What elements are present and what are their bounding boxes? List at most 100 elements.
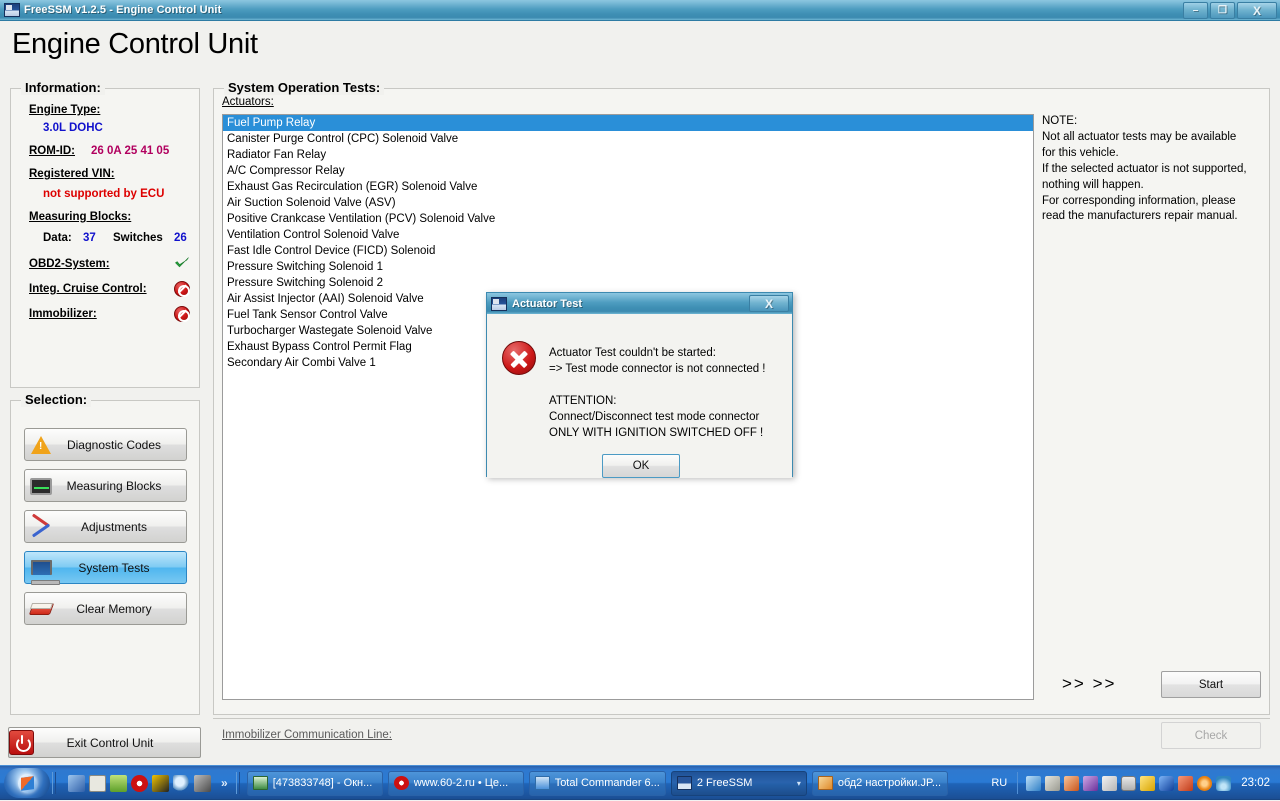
taskbar-item-freessm[interactable]: 2 FreeSSM ▾	[670, 770, 807, 796]
list-item[interactable]: Canister Purge Control (CPC) Solenoid Va…	[223, 131, 1033, 147]
wireless-icon[interactable]	[1216, 775, 1232, 791]
close-button[interactable]: X	[1237, 2, 1277, 19]
immobilizer-communication-line-label: Immobilizer Communication Line:	[222, 729, 393, 741]
note-text: NOTE: Not all actuator tests may be avai…	[1042, 115, 1247, 223]
information-panel: Information: Engine Type: 3.0L DOHC ROM-…	[10, 80, 200, 388]
speaker-icon[interactable]	[1178, 775, 1194, 791]
deny-icon	[174, 281, 190, 297]
volume-icon[interactable]	[1102, 775, 1118, 791]
list-item[interactable]: Fuel Pump Relay	[223, 115, 1033, 131]
exit-control-unit-button[interactable]: Exit Control Unit	[8, 727, 201, 758]
check-button[interactable]: Check	[1161, 722, 1261, 749]
eraser-icon	[30, 598, 54, 620]
start-button[interactable]	[4, 768, 50, 798]
selection-legend: Selection:	[21, 392, 92, 407]
opera-icon	[393, 776, 409, 790]
dialog-title: Actuator Test	[512, 297, 583, 310]
network-icon[interactable]	[1026, 775, 1042, 791]
system-tray: RU 23:02	[991, 766, 1280, 801]
engine-type-label: Engine Type:	[29, 104, 101, 116]
warning-icon[interactable]	[1140, 775, 1156, 791]
minimize-button[interactable]: –	[1183, 2, 1208, 19]
search-icon[interactable]	[173, 774, 190, 792]
chevron-down-icon[interactable]: ▾	[797, 779, 801, 788]
panel-divider	[213, 718, 1270, 719]
list-item[interactable]: A/C Compressor Relay	[223, 163, 1033, 179]
ghost-icon[interactable]	[194, 774, 211, 792]
sidebar-item-adjustments[interactable]: Adjustments	[24, 510, 187, 543]
windows-logo-icon	[17, 773, 37, 793]
sidebar-item-diagnostic-codes[interactable]: Diagnostic Codes	[24, 428, 187, 461]
tools-icon	[30, 516, 54, 538]
list-item[interactable]: Positive Crankcase Ventilation (PCV) Sol…	[223, 211, 1033, 227]
language-indicator[interactable]: RU	[991, 777, 1007, 789]
monitor-icon	[30, 475, 54, 497]
data-count-value: 37	[82, 232, 96, 244]
progress-arrows: >> >>	[1062, 674, 1117, 693]
selection-panel: Selection: Diagnostic Codes Measuring Bl…	[10, 392, 200, 715]
tray-divider	[1017, 772, 1019, 794]
app-icon	[4, 3, 20, 17]
floppy-save-icon[interactable]	[89, 774, 106, 792]
data-count-label: Data:	[43, 232, 72, 244]
dialog-message: Actuator Test couldn't be started: => Te…	[549, 347, 766, 439]
measuring-blocks-label: Measuring Blocks:	[29, 211, 132, 223]
bluetooth-icon[interactable]	[1159, 775, 1175, 791]
list-item[interactable]: Pressure Switching Solenoid 2	[223, 275, 1033, 291]
sidebar-item-label: Clear Memory	[76, 601, 152, 616]
immobilizer-label: Immobilizer:	[29, 308, 97, 320]
sidebar-item-clear-memory[interactable]: Clear Memory	[24, 592, 187, 625]
rom-id-label: ROM-ID:	[29, 145, 75, 157]
switches-count-label: Switches	[112, 232, 163, 244]
firewall-icon[interactable]	[1064, 775, 1080, 791]
warning-triangle-icon	[30, 434, 54, 456]
sidebar-item-measuring-blocks[interactable]: Measuring Blocks	[24, 469, 187, 502]
window-title: FreeSSM v1.2.5 - Engine Control Unit	[24, 4, 222, 16]
media-player-icon[interactable]	[68, 774, 85, 792]
taskbar-item-label: Total Commander 6...	[554, 777, 660, 789]
quicklaunch-separator	[52, 772, 56, 794]
list-item[interactable]: Radiator Fan Relay	[223, 147, 1033, 163]
winamp-icon[interactable]	[152, 774, 169, 792]
check-icon	[174, 256, 190, 270]
quicklaunch-overflow-icon[interactable]: »	[221, 776, 228, 790]
dialog-ok-button[interactable]: OK	[602, 454, 680, 478]
sidebar-item-label: Adjustments	[80, 519, 148, 534]
list-item[interactable]: Air Suction Solenoid Valve (ASV)	[223, 195, 1033, 211]
window-controls: – ❐ X	[1183, 2, 1277, 19]
list-item[interactable]: Fast Idle Control Device (FICD) Solenoid	[223, 243, 1033, 259]
update-icon[interactable]	[1197, 775, 1213, 791]
obd2-system-label: OBD2-System:	[29, 258, 110, 270]
opera-icon[interactable]	[131, 774, 148, 792]
cruise-control-label: Integ. Cruise Control:	[29, 283, 147, 295]
antivirus-icon[interactable]	[1083, 775, 1099, 791]
taskbar-item[interactable]: обд2 настройки.JP...	[811, 770, 948, 796]
taskbar: » [473833748] - Окн... www.60-2.ru • Це.…	[0, 765, 1280, 800]
device-icon[interactable]	[1121, 775, 1137, 791]
task-icon	[252, 776, 268, 790]
laptop-icon	[30, 557, 60, 585]
list-item[interactable]: Ventilation Control Solenoid Valve	[223, 227, 1033, 243]
sidebar-item-label: Diagnostic Codes	[66, 437, 162, 452]
battery-icon[interactable]	[110, 774, 127, 792]
page-title: Engine Control Unit	[12, 28, 258, 60]
start-button[interactable]: Start	[1161, 671, 1261, 698]
clock[interactable]: 23:02	[1241, 777, 1270, 789]
actuator-test-dialog: Actuator Test X Actuator Test couldn't b…	[486, 292, 793, 478]
sidebar-item-system-tests[interactable]: System Tests	[24, 551, 187, 585]
actuators-label: Actuators:	[222, 96, 274, 108]
taskbar-item-label: 2 FreeSSM	[696, 777, 753, 789]
list-item[interactable]: Pressure Switching Solenoid 1	[223, 259, 1033, 275]
system-tests-legend: System Operation Tests:	[224, 80, 385, 95]
taskbar-item[interactable]: www.60-2.ru • Це...	[387, 770, 524, 796]
taskbar-item[interactable]: Total Commander 6...	[528, 770, 666, 796]
registered-vin-label: Registered VIN:	[29, 168, 115, 180]
error-circle-icon	[502, 341, 536, 375]
power-icon	[9, 730, 34, 755]
usb-icon[interactable]	[1045, 775, 1061, 791]
taskbar-item-label: [473833748] - Окн...	[272, 777, 373, 789]
maximize-button[interactable]: ❐	[1210, 2, 1235, 19]
taskbar-item[interactable]: [473833748] - Окн...	[246, 770, 383, 796]
dialog-close-button[interactable]: X	[749, 295, 789, 312]
list-item[interactable]: Exhaust Gas Recirculation (EGR) Solenoid…	[223, 179, 1033, 195]
